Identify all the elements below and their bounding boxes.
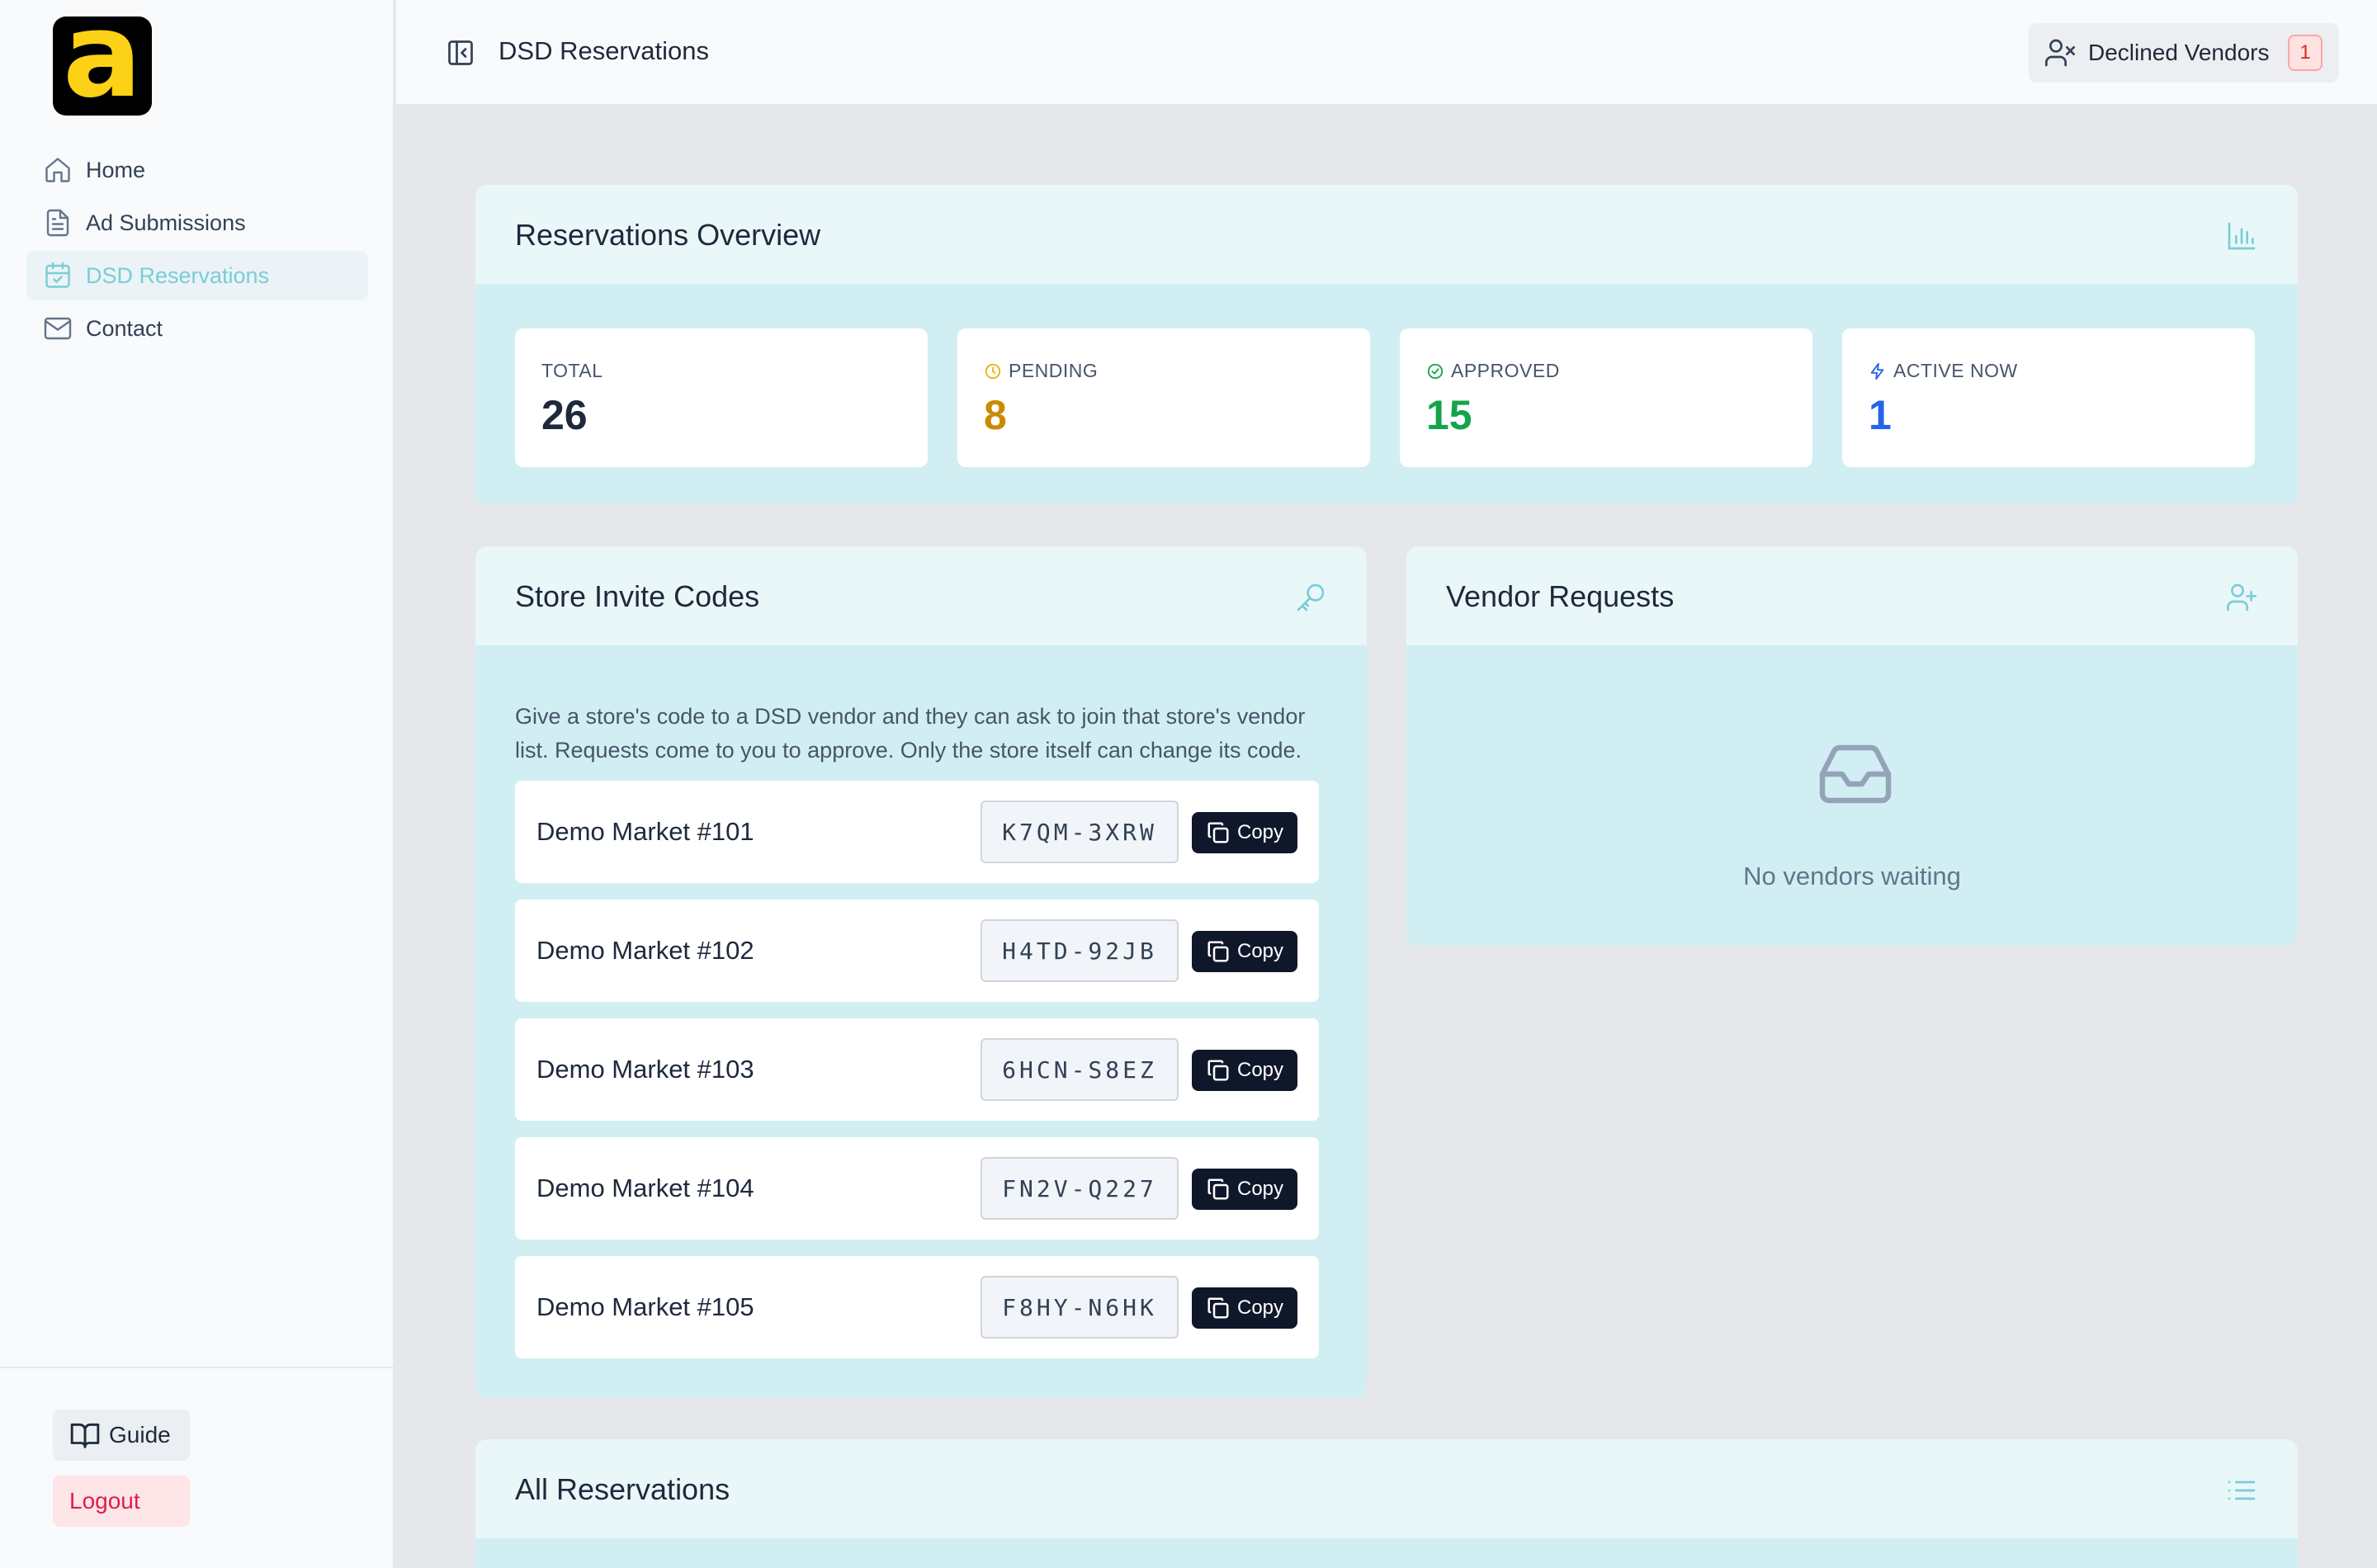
logout-button[interactable]: Logout [53,1476,190,1527]
sidebar-nav: Home Ad Submissions DSD Reservations Con… [26,145,368,357]
invite-code[interactable]: H4TD-92JB [981,919,1179,982]
store-name: Demo Market #105 [536,1292,754,1321]
card-title: All Reservations [515,1472,730,1506]
declined-count-badge: 1 [2288,35,2323,71]
copy-icon [1207,941,1229,962]
sidebar-item-dsd-reservations[interactable]: DSD Reservations [26,251,368,300]
declined-vendors-button[interactable]: Declined Vendors 1 [2029,23,2339,83]
sidebar-item-contact[interactable]: Contact [26,304,368,353]
book-open-icon [70,1423,100,1448]
sidebar-footer: Guide Logout [0,1367,395,1527]
copy-button[interactable]: Copy [1192,931,1297,972]
user-plus-icon [2225,581,2258,614]
top-bar: DSD Reservations Declined Vendors 1 [396,0,2377,106]
logo-letter: a [63,17,142,116]
brand-logo[interactable]: a [53,17,152,116]
invite-codes-description: Give a store's code to a DSD vendor and … [515,704,1306,763]
declined-vendors-label: Declined Vendors [2088,40,2270,65]
vendor-requests-card: Vendor Requests No vendors waiting [1406,546,2298,946]
card-header: Reservations Overview [475,185,2298,284]
stat-label: APPROVED [1426,360,1560,382]
copy-button[interactable]: Copy [1192,1169,1297,1210]
key-icon [1294,581,1327,614]
guide-label: Guide [109,1422,171,1448]
list-item: Demo Market #102 H4TD-92JB Copy [515,900,1319,1002]
sidebar-item-label: DSD Reservations [86,262,270,288]
stat-value: 26 [541,392,588,438]
copy-button[interactable]: Copy [1192,812,1297,853]
bar-chart-icon [2225,220,2258,253]
sidebar: a Home Ad Submissions DSD Reservations C… [0,0,395,1568]
store-name: Demo Market #101 [536,817,754,846]
stat-value: 8 [984,392,1007,438]
file-text-icon [43,208,73,238]
reservations-overview-card: Reservations Overview TOTAL 26 PENDING 8… [475,185,2298,505]
card-header: Vendor Requests [1406,546,2298,645]
sidebar-item-label: Contact [86,315,163,341]
logout-label: Logout [69,1488,140,1514]
clock-icon [985,363,1001,379]
stat-value: 1 [1869,392,1892,438]
sidebar-item-ad-submissions[interactable]: Ad Submissions [26,198,368,248]
store-invite-codes-card: Store Invite Codes Give a store's code t… [475,546,1367,1398]
copy-icon [1207,822,1229,843]
store-name: Demo Market #103 [536,1055,754,1084]
list-item: Demo Market #103 6HCN-S8EZ Copy [515,1018,1319,1121]
page-title: DSD Reservations [499,36,709,65]
card-header: Store Invite Codes [475,546,1367,645]
invite-code[interactable]: FN2V-Q227 [981,1157,1179,1220]
card-title: Reservations Overview [515,218,821,252]
card-title: Vendor Requests [1446,579,1675,613]
calendar-check-icon [43,261,73,290]
mail-icon [43,314,73,343]
all-reservations-card: All Reservations [475,1439,2298,1568]
stat-label: TOTAL [541,360,603,381]
stat-value: 15 [1426,392,1472,438]
invite-code[interactable]: 6HCN-S8EZ [981,1038,1179,1101]
empty-state-text: No vendors waiting [1743,862,1961,890]
store-name: Demo Market #102 [536,936,754,965]
stat-active-now: ACTIVE NOW 1 [1842,328,2255,467]
copy-button[interactable]: Copy [1192,1050,1297,1091]
inbox-icon [1819,744,1892,804]
sidebar-item-label: Ad Submissions [86,210,246,235]
check-circle-icon [1427,363,1444,379]
sidebar-item-label: Home [86,157,146,182]
user-x-icon [2045,39,2075,67]
store-name: Demo Market #104 [536,1174,754,1202]
guide-button[interactable]: Guide [53,1410,190,1461]
copy-icon [1207,1178,1229,1200]
invite-code[interactable]: K7QM-3XRW [981,801,1179,863]
home-icon [43,155,73,185]
stat-label: ACTIVE NOW [1869,360,2018,382]
stat-total: TOTAL 26 [515,328,928,467]
stat-label: PENDING [984,360,1098,382]
invite-code[interactable]: F8HY-N6HK [981,1276,1179,1339]
sidebar-toggle-icon[interactable] [446,38,475,68]
copy-button[interactable]: Copy [1192,1287,1297,1329]
stat-pending: PENDING 8 [957,328,1370,467]
stat-approved: APPROVED 15 [1400,328,1812,467]
copy-icon [1207,1060,1229,1081]
card-title: Store Invite Codes [515,579,760,613]
copy-icon [1207,1297,1229,1319]
list-item: Demo Market #105 F8HY-N6HK Copy [515,1256,1319,1358]
card-header: All Reservations [475,1439,2298,1538]
sidebar-item-home[interactable]: Home [26,145,368,195]
zap-icon [1870,362,1884,380]
list-icon [2225,1474,2258,1507]
list-item: Demo Market #101 K7QM-3XRW Copy [515,781,1319,883]
list-item: Demo Market #104 FN2V-Q227 Copy [515,1137,1319,1240]
